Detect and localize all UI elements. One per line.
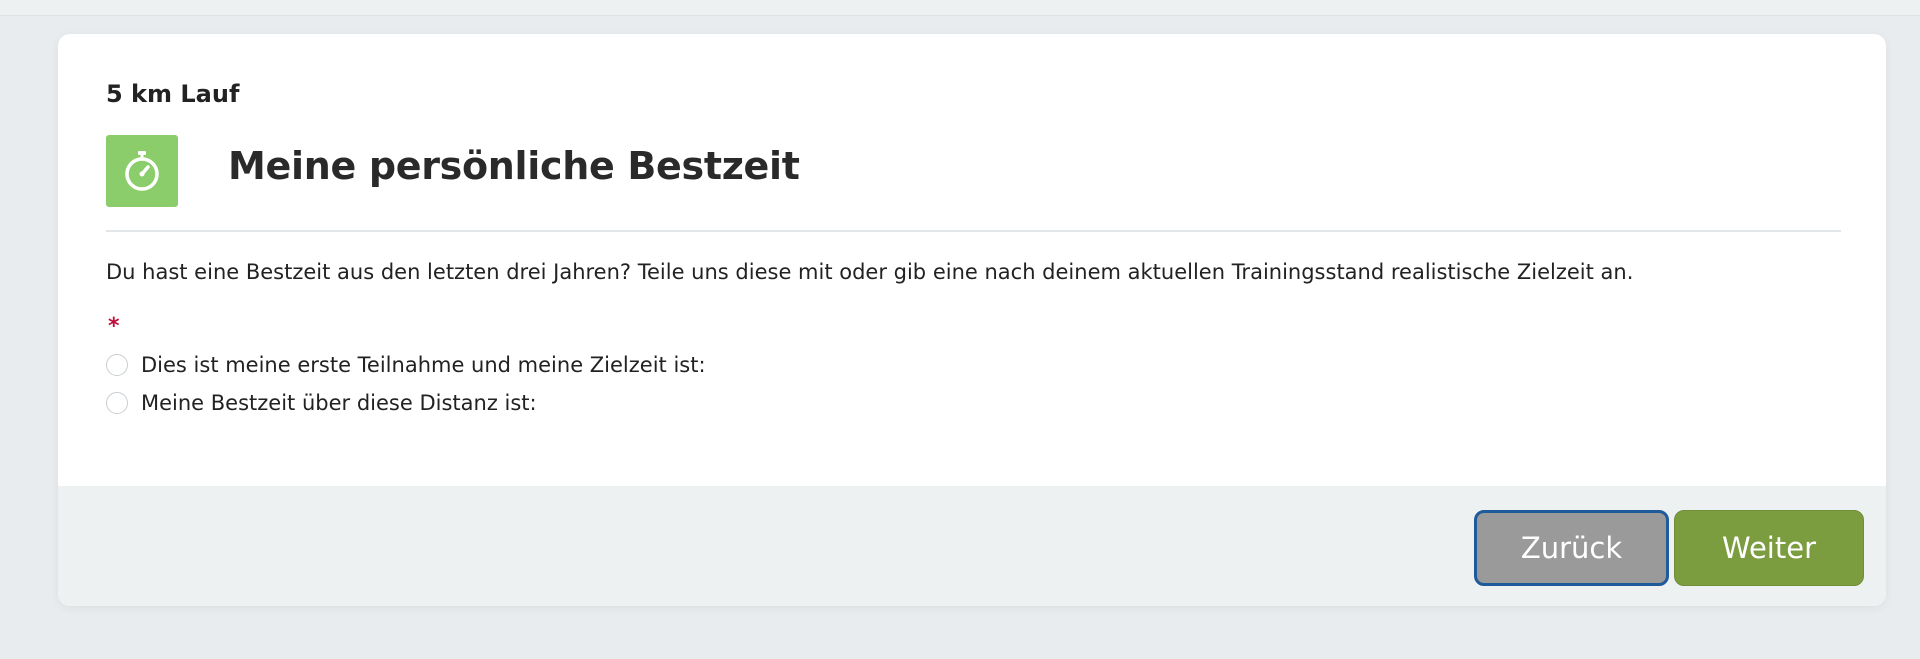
radio-button[interactable] <box>106 354 128 376</box>
radio-label: Meine Bestzeit über diese Distanz ist: <box>141 391 537 415</box>
stopwatch-icon <box>106 135 178 207</box>
event-subtitle: 5 km Lauf <box>106 80 240 108</box>
top-bar <box>0 0 1920 16</box>
radio-option-first-participation[interactable]: Dies ist meine erste Teilnahme und meine… <box>106 353 706 377</box>
next-button[interactable]: Weiter <box>1674 510 1864 586</box>
page-title: Meine persönliche Bestzeit <box>228 144 800 188</box>
required-marker: * <box>108 314 120 339</box>
radio-button[interactable] <box>106 392 128 414</box>
question-description: Du hast eine Bestzeit aus den letzten dr… <box>106 260 1634 284</box>
form-card: 5 km Lauf Meine persönliche Bestzeit Du … <box>58 34 1886 606</box>
divider <box>106 230 1841 232</box>
radio-option-best-time[interactable]: Meine Bestzeit über diese Distanz ist: <box>106 391 537 415</box>
radio-label: Dies ist meine erste Teilnahme und meine… <box>141 353 706 377</box>
form-footer: Zurück Weiter <box>58 486 1886 606</box>
back-button[interactable]: Zurück <box>1474 510 1669 586</box>
